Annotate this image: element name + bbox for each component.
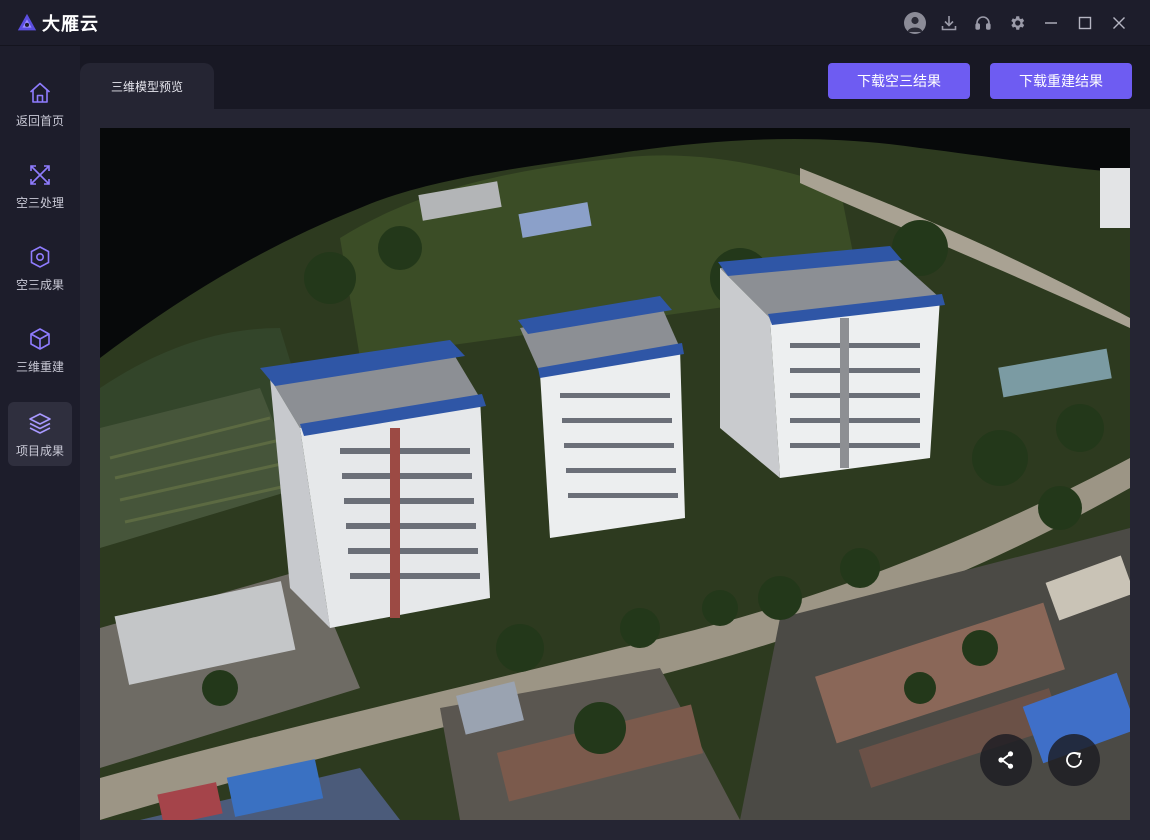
download-button[interactable] [932,6,966,40]
headset-icon [975,16,991,30]
dayan-logo-icon [17,13,37,30]
3d-model-render [100,128,1130,820]
layers-icon [29,412,51,434]
sidebar-item-label: 空三处理 [15,195,64,210]
sidebar-item-project-result[interactable]: 项目成果 [8,402,72,466]
minimize-button[interactable] [1034,6,1068,40]
maximize-button[interactable] [1068,6,1102,40]
sidebar-item-aero-result[interactable]: 空三成果 [8,236,72,300]
cube-icon [30,327,50,350]
user-avatar-icon [904,12,926,34]
maximize-icon [1078,16,1092,30]
brand: 大雁云 [16,10,99,36]
reset-view-button[interactable] [1048,734,1100,786]
settings-button[interactable] [1000,6,1034,40]
home-icon [29,82,51,103]
3d-model-viewer[interactable] [100,128,1130,820]
aero-result-icon [30,245,50,268]
app-name: 大雁云 [42,13,99,35]
download-aero-result-button[interactable]: 下载空三结果 [828,63,970,99]
sidebar: 返回首页 空三处理 空三成果 三维重建 项目成果 [0,46,80,840]
sidebar-item-reconstruction[interactable]: 三维重建 [8,318,72,382]
close-icon [1113,17,1125,29]
sidebar-item-label: 项目成果 [15,443,64,458]
gear-icon [1011,16,1025,30]
title-bar: 大雁云 [0,0,1150,46]
window-controls [898,0,1136,46]
reset-view-icon [1066,752,1082,768]
close-button[interactable] [1102,6,1136,40]
main-content: 三维模型预览 下载空三结果 下载重建结果 [80,46,1150,840]
download-icon [941,16,957,31]
minimize-icon [1045,22,1057,24]
support-button[interactable] [966,6,1000,40]
sidebar-item-label: 空三成果 [15,277,64,292]
share-button[interactable] [980,734,1032,786]
tab-3d-model-preview[interactable]: 三维模型预览 [80,63,214,109]
sidebar-item-home[interactable]: 返回首页 [8,72,72,136]
sidebar-item-label: 返回首页 [15,113,64,128]
share-icon [998,751,1014,769]
download-reconstruction-result-button[interactable]: 下载重建结果 [990,63,1132,99]
aerotriangulation-icon [30,164,50,185]
sidebar-item-aero-processing[interactable]: 空三处理 [8,154,72,218]
sidebar-item-label: 三维重建 [15,359,64,374]
user-avatar-button[interactable] [898,6,932,40]
